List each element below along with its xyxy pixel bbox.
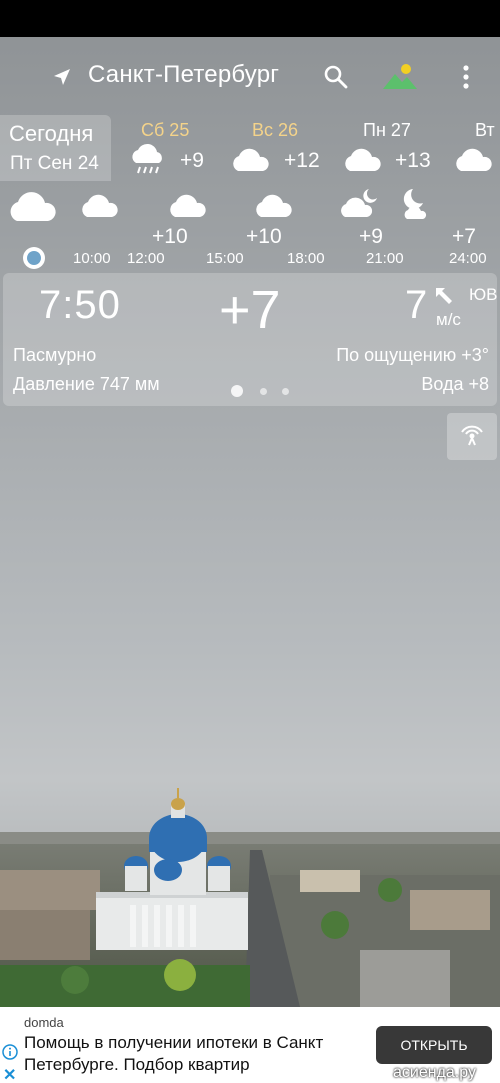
day-temp: +13 bbox=[395, 149, 431, 172]
day-item[interactable]: Сб 25 +9 bbox=[128, 115, 228, 181]
daily-forecast-strip: Сегодня Пт Сен 24 Сб 25 +9 Вс 26 +12 Пн … bbox=[0, 115, 500, 181]
wind-direction-icon bbox=[436, 288, 452, 304]
city-background-photo bbox=[0, 788, 500, 1007]
ad-open-button[interactable]: ОТКРЫТЬ bbox=[376, 1026, 492, 1064]
cloud-icon bbox=[345, 148, 381, 171]
weather-condition: Пасмурно bbox=[13, 345, 97, 365]
water-temperature: Вода +8 bbox=[421, 374, 489, 394]
day-item[interactable]: Пн 27 +13 bbox=[342, 115, 447, 181]
day-name: Сб 25 bbox=[141, 120, 190, 140]
today-label: Сегодня bbox=[9, 121, 94, 146]
cloud-icon bbox=[456, 148, 492, 171]
hour-time: 10:00 bbox=[73, 250, 111, 267]
hour-temp: +7 bbox=[452, 225, 476, 248]
feels-like: По ощущению +3° bbox=[336, 345, 489, 365]
more-vert-icon[interactable] bbox=[456, 64, 476, 90]
page-dot bbox=[260, 388, 267, 395]
pressure: Давление 747 мм bbox=[13, 374, 160, 394]
status-bar bbox=[0, 0, 500, 37]
radar-icon bbox=[461, 425, 483, 446]
day-temp: +12 bbox=[284, 149, 320, 172]
cloud-icon bbox=[82, 194, 118, 217]
rain-cloud-icon bbox=[132, 143, 162, 174]
day-temp: +9 bbox=[180, 149, 204, 172]
hour-temp: +10 bbox=[246, 225, 282, 248]
info-icon[interactable] bbox=[2, 1044, 18, 1060]
hourly-forecast-strip: +10 +10 +9 +7 10:00 12:00 15:00 18:00 21… bbox=[0, 181, 500, 269]
close-icon[interactable]: ✕ bbox=[3, 1065, 16, 1083]
city-name[interactable]: Санкт-Петербург bbox=[88, 61, 279, 89]
hour-time: 15:00 bbox=[206, 250, 244, 267]
radar-button[interactable] bbox=[447, 413, 497, 460]
cloud-icon bbox=[233, 148, 269, 171]
cloud-icon bbox=[256, 194, 292, 217]
wind-speed: 7 bbox=[405, 283, 428, 327]
ad-text[interactable]: Помощь в получении ипотеки в Санкт Петер… bbox=[24, 1032, 369, 1076]
wind-unit: м/с bbox=[436, 310, 461, 329]
location-arrow-icon[interactable] bbox=[52, 67, 72, 87]
page-dot bbox=[282, 388, 289, 395]
day-name: Вт bbox=[475, 120, 495, 140]
ad-source: domda bbox=[24, 1015, 64, 1030]
hour-time: 21:00 bbox=[366, 250, 404, 267]
day-name: Пн 27 bbox=[363, 120, 411, 140]
search-icon[interactable] bbox=[323, 64, 349, 90]
watermark: асиенда.ру bbox=[393, 1064, 476, 1081]
cloud-icon bbox=[170, 194, 206, 217]
moon-cloud-icon bbox=[403, 189, 427, 219]
day-today[interactable]: Сегодня Пт Сен 24 bbox=[0, 115, 111, 181]
current-time: 7:50 bbox=[39, 283, 121, 327]
day-name: Вс 26 bbox=[252, 120, 299, 140]
hour-time: 12:00 bbox=[127, 250, 165, 267]
day-item[interactable]: Вс 26 +12 bbox=[230, 115, 335, 181]
hour-time: 24:00 bbox=[449, 250, 487, 267]
moon-cloud-icon bbox=[341, 189, 377, 217]
current-time-marker bbox=[23, 247, 45, 269]
current-temperature: +7 bbox=[219, 280, 281, 340]
today-date: Пт Сен 24 bbox=[10, 153, 99, 174]
landscape-icon[interactable] bbox=[381, 61, 419, 91]
hour-temp: +10 bbox=[152, 225, 188, 248]
page-dot bbox=[231, 385, 243, 397]
ad-banner[interactable]: ✕ domda Помощь в получении ипотеки в Сан… bbox=[0, 1007, 500, 1083]
wind-direction: ЮВ bbox=[469, 285, 498, 304]
hour-temp: +9 bbox=[359, 225, 383, 248]
current-weather-card[interactable]: 7:50 +7 7 ЮВ м/с Пасмурно По ощущению +3… bbox=[3, 273, 498, 406]
top-bar: Санкт-Петербург bbox=[0, 37, 500, 115]
hour-time: 18:00 bbox=[287, 250, 325, 267]
day-item[interactable]: Вт bbox=[453, 115, 500, 181]
cloud-icon bbox=[10, 192, 56, 221]
